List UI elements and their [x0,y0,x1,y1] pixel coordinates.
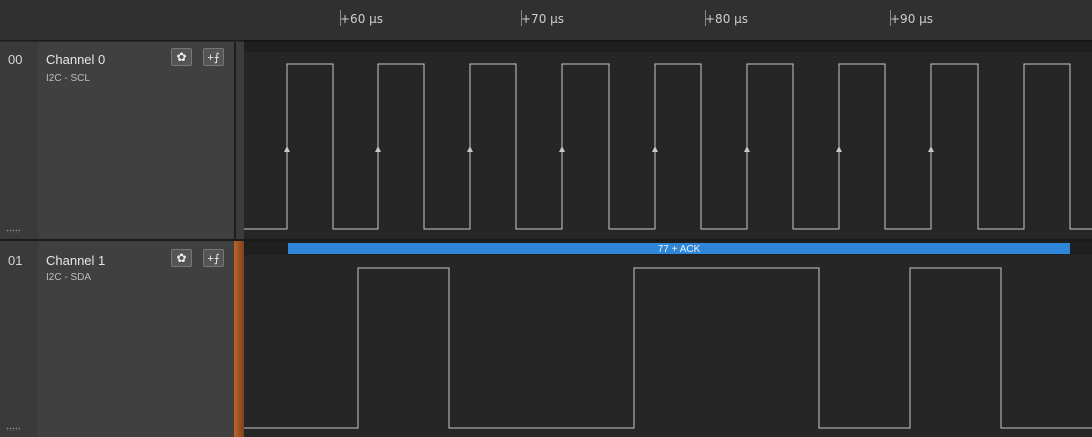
drag-handle-icon[interactable] [6,427,20,431]
trigger-edge-icon: +⨍ [207,51,220,64]
channel-color-strip [234,241,244,437]
ruler-tick-label: +70 µs [521,12,565,26]
trigger-edge-icon: +⨍ [207,252,220,265]
gear-icon: ✿ [176,251,187,265]
channel-1-waveform[interactable]: 77 + ACK [244,241,1092,437]
channel-analyzer-label: I2C - SCL [46,73,90,84]
channel-info: Channel 1 I2C - SDA ✿ +⨍ [38,241,234,437]
time-ruler[interactable]: +60 µs +70 µs +80 µs +90 µs [244,0,1092,42]
channel-settings-button[interactable]: ✿ [171,48,192,66]
channel-header-area [0,0,244,41]
channel-trigger-button[interactable]: +⨍ [203,249,224,267]
decoder-frame-label: 77 + ACK [658,244,701,255]
drag-handle-icon[interactable] [6,229,20,233]
channel-index-column: 00 [0,42,39,239]
channel-name[interactable]: Channel 0 [46,52,105,67]
channel-0-waveform[interactable] [244,42,1092,239]
channel-settings-button[interactable]: ✿ [171,249,192,267]
channel-analyzer-label: I2C - SDA [46,272,92,283]
ruler-tick-label: +80 µs [705,12,749,26]
ruler-tick-label: +90 µs [890,12,934,26]
gear-icon: ✿ [176,50,187,64]
scl-waveform [244,42,1092,230]
channel-index: 01 [8,253,23,268]
channel-0-panel[interactable]: 00 Channel 0 I2C - SCL ✿ +⨍ [0,42,246,239]
channel-trigger-button[interactable]: +⨍ [203,48,224,66]
channel-info: Channel 0 I2C - SCL ✿ +⨍ [38,42,234,239]
sda-waveform: 77 + ACK [244,241,1092,429]
ruler-tick-label: +60 µs [340,12,384,26]
channel-index: 00 [8,52,23,67]
channel-1-panel[interactable]: 01 Channel 1 I2C - SDA ✿ +⨍ [0,241,244,437]
channel-index-column: 01 [0,241,39,437]
channel-name[interactable]: Channel 1 [46,253,105,268]
